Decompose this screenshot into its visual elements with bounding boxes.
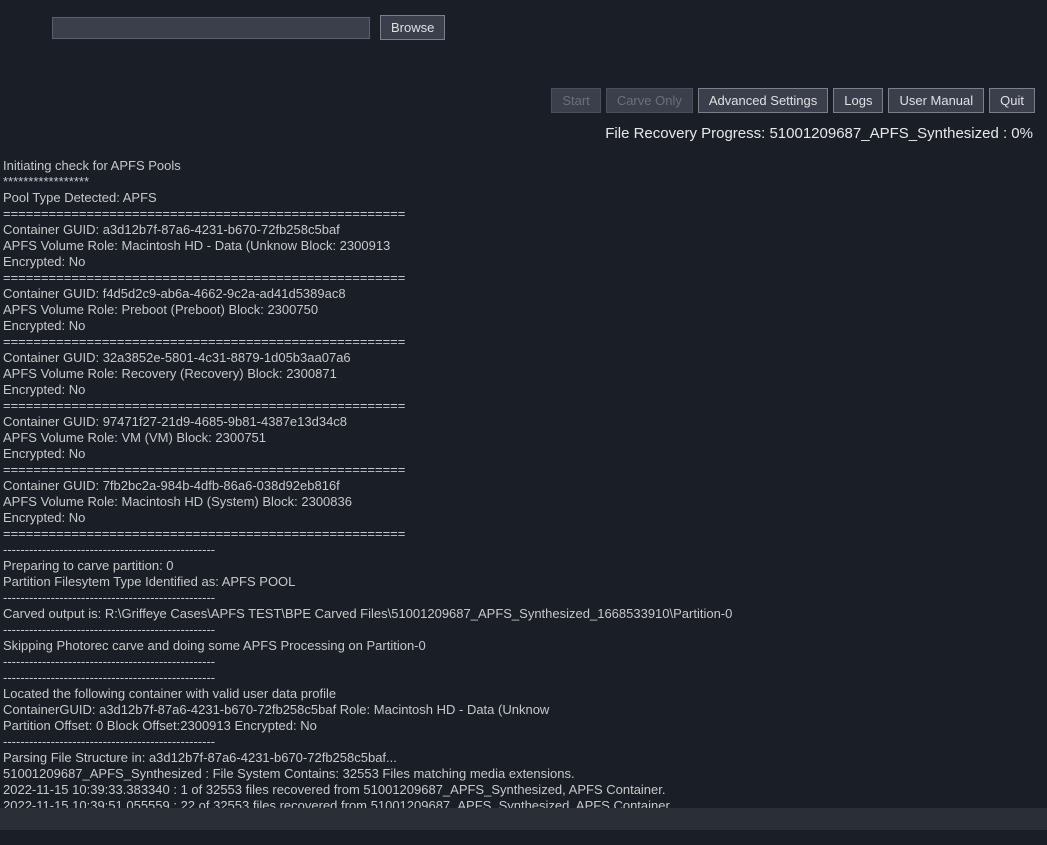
quit-button[interactable]: Quit [989,88,1035,113]
start-button[interactable]: Start [551,88,600,113]
top-panel: Browse Start Carve Only Advanced Setting… [0,15,1047,152]
path-input-row: Browse [52,15,1037,40]
log-output: Initiating check for APFS Pools ********… [0,158,1047,814]
carve-only-button[interactable]: Carve Only [606,88,693,113]
path-input[interactable] [52,17,370,39]
progress-label: File Recovery Progress: 51001209687_APFS… [10,125,1037,142]
browse-button[interactable]: Browse [380,15,445,40]
action-button-row: Start Carve Only Advanced Settings Logs … [10,88,1037,113]
advanced-settings-button[interactable]: Advanced Settings [698,88,828,113]
logs-button[interactable]: Logs [833,88,883,113]
user-manual-button[interactable]: User Manual [888,88,984,113]
status-bar [0,808,1047,830]
